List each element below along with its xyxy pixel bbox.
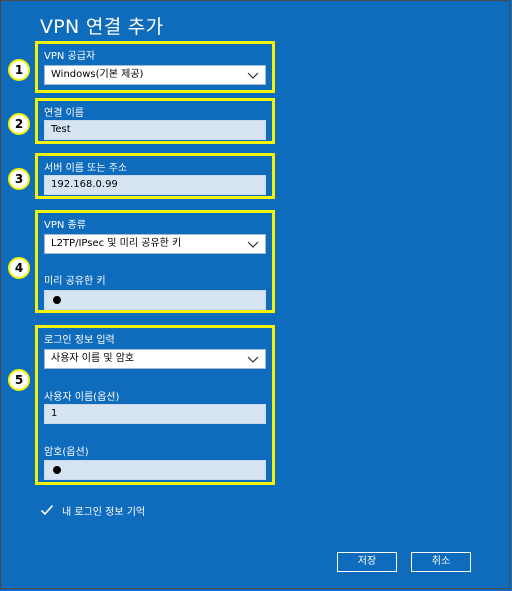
username-label: 사용자 이름(옵션) [44,392,120,403]
vpn-type-section: VPN 종류 L2TP/IPsec 및 미리 공유한 키 미리 공유한 키 [35,210,275,313]
step-badge-3: 3 [8,168,30,190]
signin-section: 로그인 정보 입력 사용자 이름 및 암호 사용자 이름(옵션) 1 암호(옵션… [35,325,275,485]
vpn-type-label: VPN 종류 [44,220,86,231]
vpn-type-dropdown[interactable]: L2TP/IPsec 및 미리 공유한 키 [44,234,266,254]
vpn-type-value: L2TP/IPsec 및 미리 공유한 키 [51,238,182,249]
step-badge-4: 4 [8,257,30,279]
provider-label: VPN 공급자 [44,51,96,62]
password-mask-dot [53,296,61,304]
cancel-button[interactable]: 취소 [411,552,471,572]
step-badge-5: 5 [8,369,30,391]
step-badge-1: 1 [8,59,30,81]
provider-value: Windows(기본 제공) [51,69,144,80]
dialog-title: VPN 연결 추가 [40,16,164,38]
provider-section: VPN 공급자 Windows(기본 제공) [35,41,275,93]
username-input[interactable]: 1 [44,404,266,424]
password-label: 암호(옵션) [44,447,89,458]
chevron-down-icon [247,241,259,248]
preshared-key-input[interactable] [44,290,266,310]
chevron-down-icon [247,72,259,79]
chevron-down-icon [247,356,259,363]
save-button[interactable]: 저장 [337,552,397,572]
connection-name-input[interactable]: Test [44,120,266,140]
remember-label: 내 로그인 정보 기억 [62,507,146,518]
signin-label: 로그인 정보 입력 [44,335,115,346]
preshared-key-label: 미리 공유한 키 [44,276,106,287]
provider-dropdown[interactable]: Windows(기본 제공) [44,65,266,85]
signin-type-value: 사용자 이름 및 암호 [51,353,135,364]
password-input[interactable] [44,460,266,480]
connection-name-section: 연결 이름 Test [35,98,275,144]
connection-name-label: 연결 이름 [44,108,84,119]
server-address-input[interactable]: 192.168.0.99 [44,175,266,195]
server-label: 서버 이름 또는 주소 [44,163,128,174]
remember-checkbox-check-icon[interactable] [40,503,54,517]
signin-type-dropdown[interactable]: 사용자 이름 및 암호 [44,349,266,369]
password-mask-dot [53,466,61,474]
server-section: 서버 이름 또는 주소 192.168.0.99 [35,153,275,199]
step-badge-2: 2 [8,113,30,135]
